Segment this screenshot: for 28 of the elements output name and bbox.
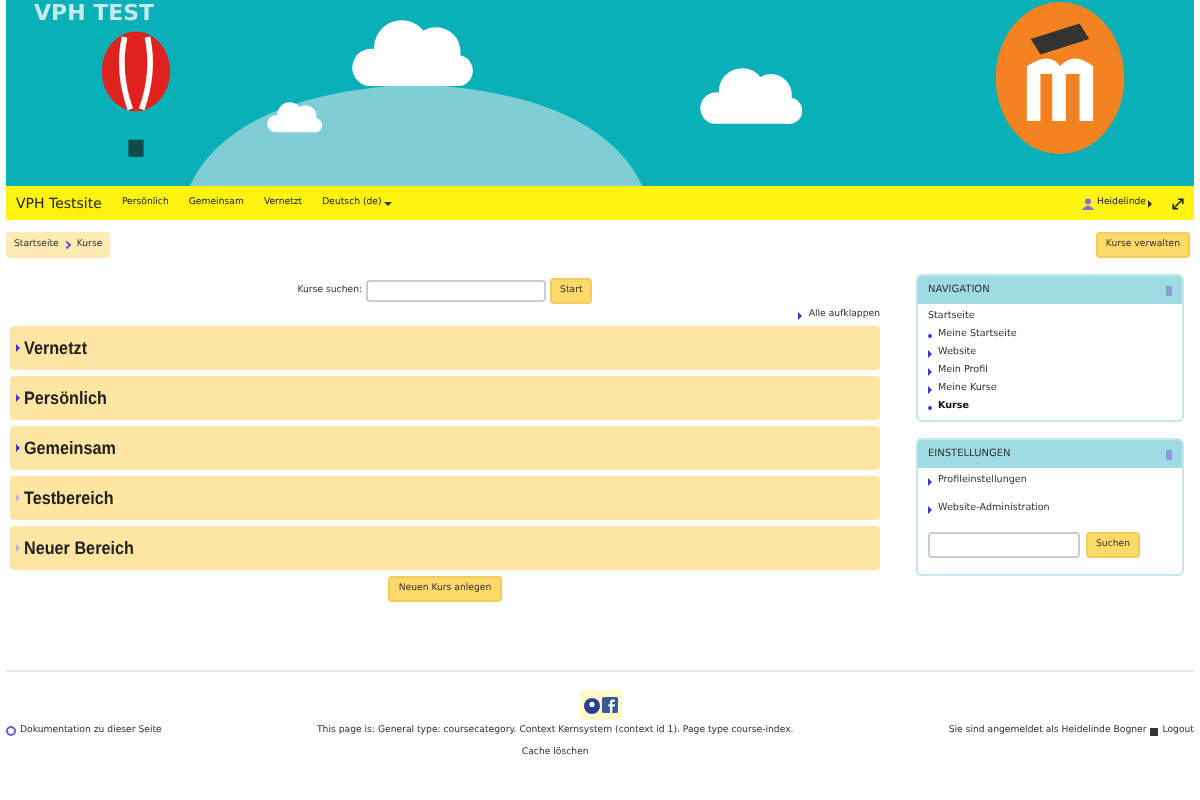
expand-icon[interactable] bbox=[1172, 197, 1184, 209]
chevron-icon bbox=[63, 240, 72, 250]
category-title[interactable]: Testbereich bbox=[24, 488, 114, 508]
graduation-logo-icon bbox=[990, 0, 1130, 156]
arrow-icon bbox=[928, 367, 932, 375]
caret-icon bbox=[1148, 199, 1152, 207]
category-panel[interactable]: Persönlich bbox=[10, 376, 880, 420]
caret-icon bbox=[383, 201, 392, 205]
category-title[interactable]: Persönlich bbox=[24, 388, 107, 408]
category-panel[interactable]: Neuer Bereich bbox=[10, 526, 880, 570]
location-pin-icon[interactable] bbox=[583, 697, 599, 713]
category-panel[interactable]: Testbereich bbox=[10, 476, 880, 520]
facebook-icon[interactable] bbox=[601, 696, 617, 714]
banner-title: VPH TEST bbox=[34, 0, 155, 26]
category-title[interactable]: Gemeinsam bbox=[24, 438, 116, 458]
info-icon bbox=[6, 726, 16, 736]
category-title[interactable]: Vernetzt bbox=[24, 338, 88, 358]
arrow-icon bbox=[928, 349, 932, 357]
category-panel[interactable]: Gemeinsam bbox=[10, 426, 880, 470]
search-field[interactable] bbox=[366, 280, 547, 302]
category-title[interactable]: Neuer Bereich bbox=[24, 538, 134, 558]
arrow-icon bbox=[928, 477, 932, 485]
category-panel[interactable]: Vernetzt bbox=[10, 326, 880, 370]
arrow-icon bbox=[928, 505, 932, 513]
arrow-icon bbox=[798, 311, 803, 319]
settings-search-field[interactable] bbox=[928, 532, 1080, 558]
user-icon bbox=[1082, 197, 1095, 209]
arrow-icon bbox=[928, 385, 932, 393]
